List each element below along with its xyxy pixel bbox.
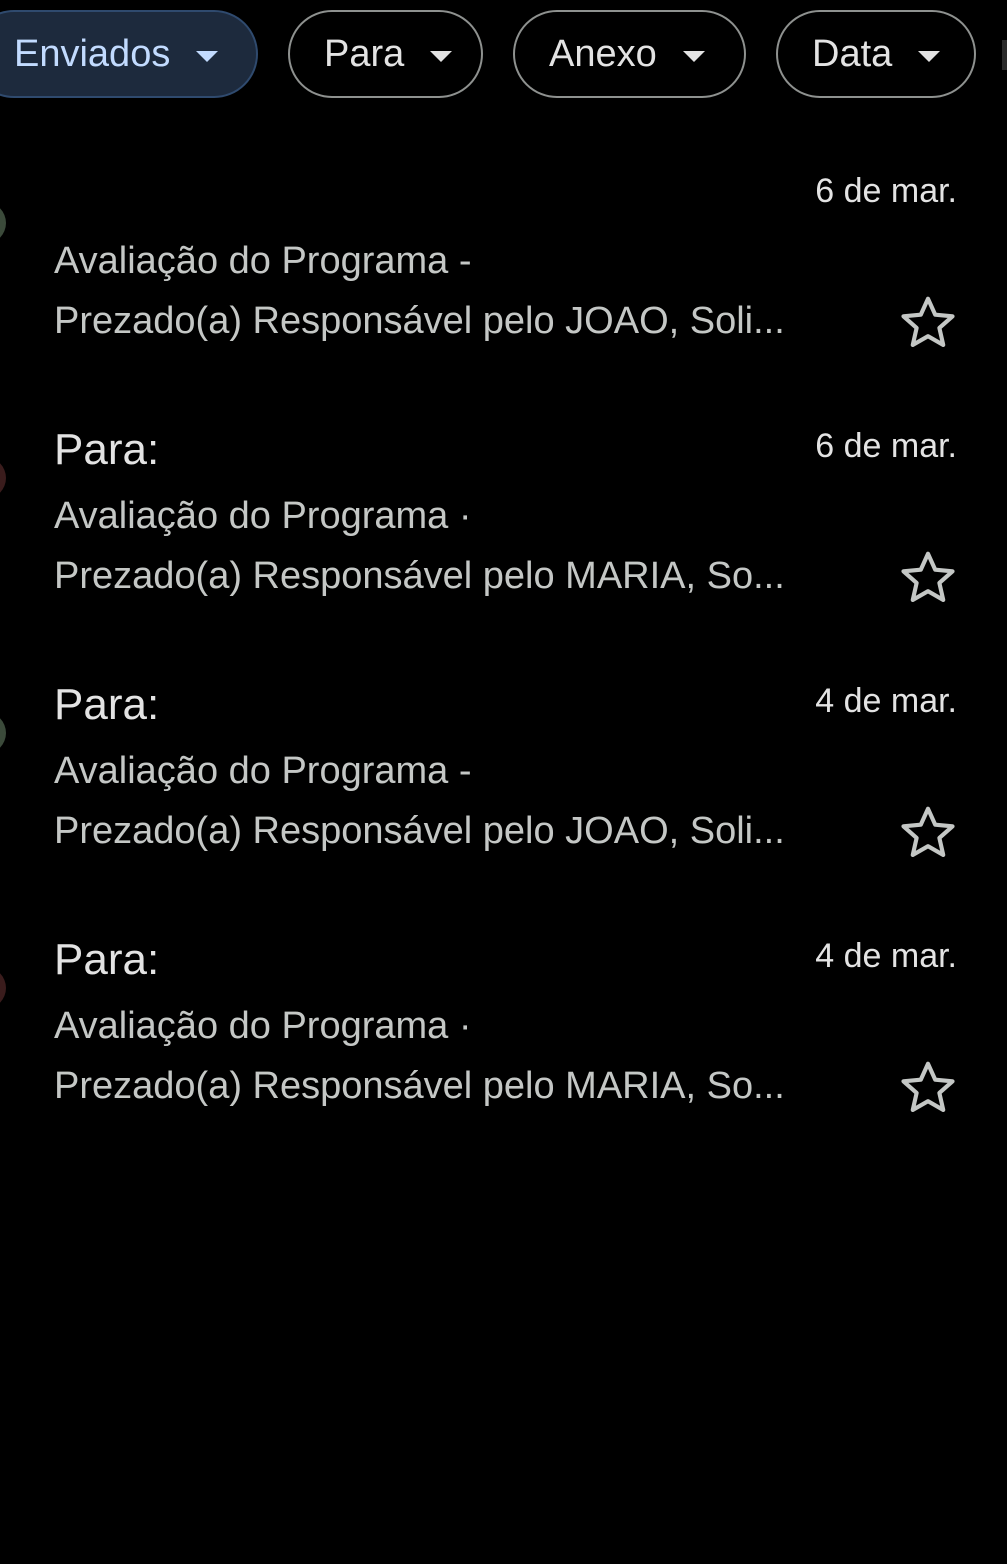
filter-chip-label: Enviados [14, 32, 171, 75]
email-sender: Para: [54, 425, 160, 474]
avatar[interactable] [0, 712, 6, 754]
filter-chip-para[interactable]: Para [288, 10, 483, 98]
filter-chip-label: Anexo [549, 32, 657, 75]
filter-chip-overflow-edge[interactable] [1002, 40, 1007, 70]
email-subject: Avaliação do Programa · [54, 1005, 472, 1047]
filter-chip-label: Data [812, 32, 893, 75]
filter-chip-enviados[interactable]: Enviados [0, 10, 258, 98]
email-list-item[interactable]: 6 de mar. Avaliação do Programa - Prezad… [0, 150, 1007, 380]
email-list-item[interactable]: Para: 4 de mar. Avaliação do Programa · … [0, 915, 1007, 1145]
email-subject: Avaliação do Programa - [54, 240, 472, 282]
email-snippet: Prezado(a) Responsável pelo JOAO, Soli..… [54, 300, 785, 342]
email-list-item[interactable]: Para: 4 de mar. Avaliação do Programa - … [0, 660, 1007, 890]
chevron-down-icon [682, 50, 705, 62]
email-date: 6 de mar. [815, 427, 957, 465]
email-date: 6 de mar. [815, 172, 957, 210]
email-date: 4 de mar. [815, 937, 957, 975]
filter-chip-anexo[interactable]: Anexo [513, 10, 746, 98]
star-icon[interactable] [897, 547, 959, 609]
star-icon[interactable] [897, 1057, 959, 1119]
filter-chips-bar: Enviados Para Anexo Data [0, 0, 1007, 112]
avatar[interactable] [0, 202, 6, 244]
email-sender: Para: [54, 935, 160, 984]
email-sender: Para: [54, 680, 160, 729]
filter-chip-data[interactable]: Data [776, 10, 976, 98]
filter-chip-label: Para [324, 32, 405, 75]
email-snippet: Prezado(a) Responsável pelo MARIA, So... [54, 555, 785, 597]
chevron-down-icon [430, 50, 453, 62]
email-subject: Avaliação do Programa · [54, 495, 472, 537]
avatar[interactable] [0, 967, 6, 1009]
email-snippet: Prezado(a) Responsável pelo JOAO, Soli..… [54, 810, 785, 852]
chevron-down-icon [918, 50, 941, 62]
email-snippet: Prezado(a) Responsável pelo MARIA, So... [54, 1065, 785, 1107]
email-date: 4 de mar. [815, 682, 957, 720]
star-icon[interactable] [897, 802, 959, 864]
star-icon[interactable] [897, 292, 959, 354]
email-list-item[interactable]: Para: 6 de mar. Avaliação do Programa · … [0, 405, 1007, 635]
avatar[interactable] [0, 457, 6, 499]
email-subject: Avaliação do Programa - [54, 750, 472, 792]
chevron-down-icon [196, 50, 219, 62]
